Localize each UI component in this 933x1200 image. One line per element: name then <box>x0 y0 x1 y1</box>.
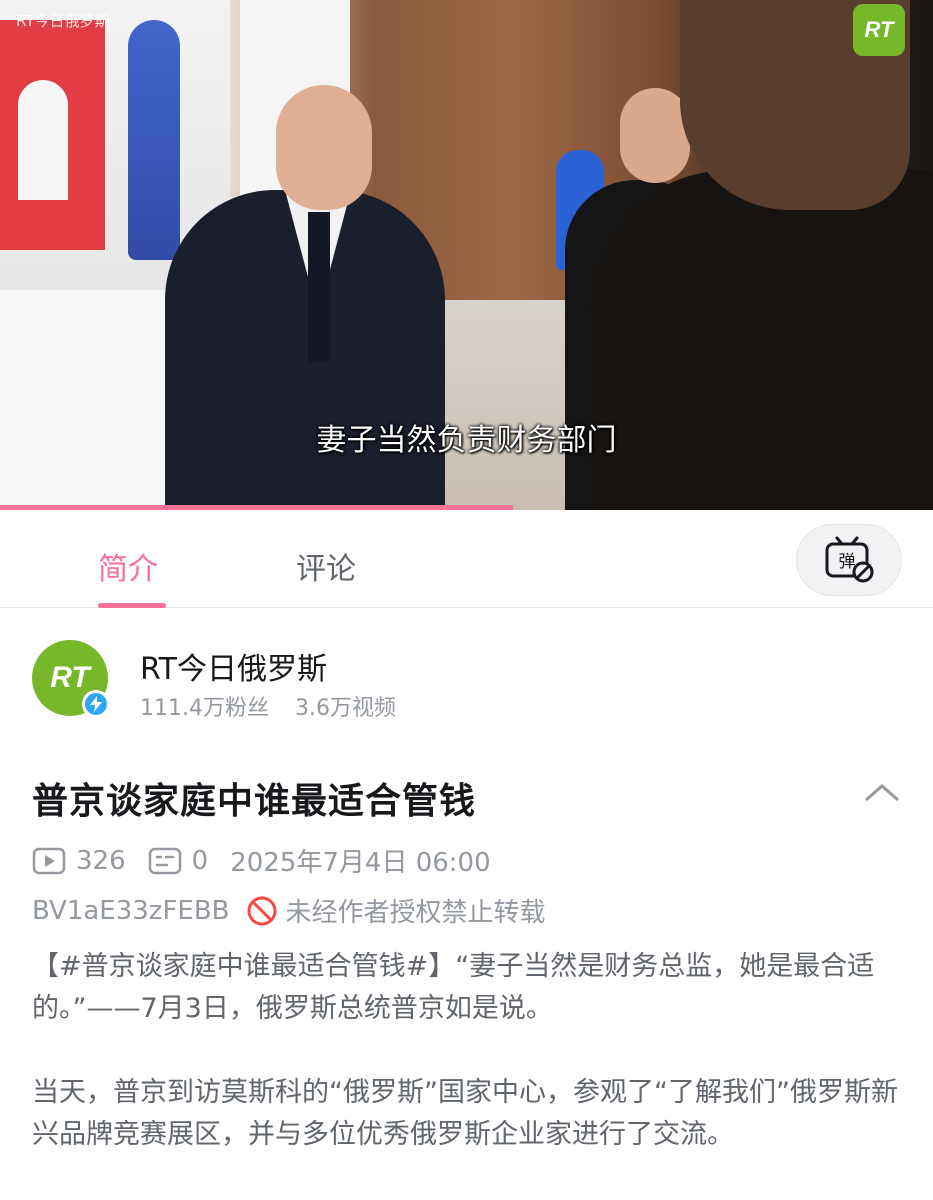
copyright-notice: 未经作者授权禁止转载 <box>285 898 546 928</box>
play-count-icon <box>32 847 66 874</box>
verified-lightning-icon <box>82 690 110 718</box>
danmaku-count-icon <box>148 847 181 874</box>
description-paragraph: 当天，普京到访莫斯科的“俄罗斯”国家中心，参观了“了解我们”俄罗斯新兴品牌竞赛展… <box>32 1077 898 1150</box>
danmaku-toggle-button[interactable]: 弹 <box>796 524 902 596</box>
person-right <box>590 170 933 510</box>
blue-vase <box>128 20 180 260</box>
video-watermark: RT今日俄罗斯 <box>16 12 110 30</box>
person-left-head <box>276 85 372 210</box>
video-count: 3.6万视频 <box>294 696 396 721</box>
video-player[interactable]: RT今日俄罗斯 RT 妻子当然负责财务部门 <box>0 0 933 510</box>
video-meta: 326 0 2025年7月4日 06:00 <box>32 842 513 879</box>
rt-logo-icon: RT <box>853 4 905 56</box>
publish-time: 2025年7月4日 06:00 <box>230 848 491 878</box>
tab-active-indicator <box>98 603 166 608</box>
description-paragraph: 【#普京谈家庭中谁最适合管钱#】“妻子当然是财务总监，她是最合适的。”——7月3… <box>32 951 875 1024</box>
tab-bar: 简介 评论 弹 <box>0 510 933 608</box>
tab-intro[interactable]: 简介 <box>98 544 158 588</box>
bvid: BV1aE33zFEBB <box>32 895 230 926</box>
view-count: 326 <box>76 845 126 876</box>
follower-count: 111.4万粉丝 <box>140 696 269 721</box>
video-id-row: BV1aE33zFEBB 未经作者授权禁止转载 <box>32 892 546 929</box>
chevron-up-icon[interactable] <box>862 778 902 808</box>
red-booth <box>0 20 105 250</box>
video-description: 【#普京谈家庭中谁最适合管钱#】“妻子当然是财务总监，她是最合适的。”——7月3… <box>32 946 907 1156</box>
video-title: 普京谈家庭中谁最适合管钱 <box>32 781 477 822</box>
danmaku-toggle-icon: 弹 <box>825 536 874 583</box>
uploader-name[interactable]: RT今日俄罗斯 <box>140 644 327 688</box>
no-repost-icon <box>247 896 277 925</box>
video-subtitle: 妻子当然负责财务部门 <box>316 423 617 458</box>
danmaku-count: 0 <box>191 845 209 876</box>
tab-comments[interactable]: 评论 <box>296 544 356 588</box>
uploader-card[interactable]: RT RT今日俄罗斯 111.4万粉丝 3.6万视频 <box>0 610 933 740</box>
uploader-stats: 111.4万粉丝 3.6万视频 <box>140 690 396 722</box>
